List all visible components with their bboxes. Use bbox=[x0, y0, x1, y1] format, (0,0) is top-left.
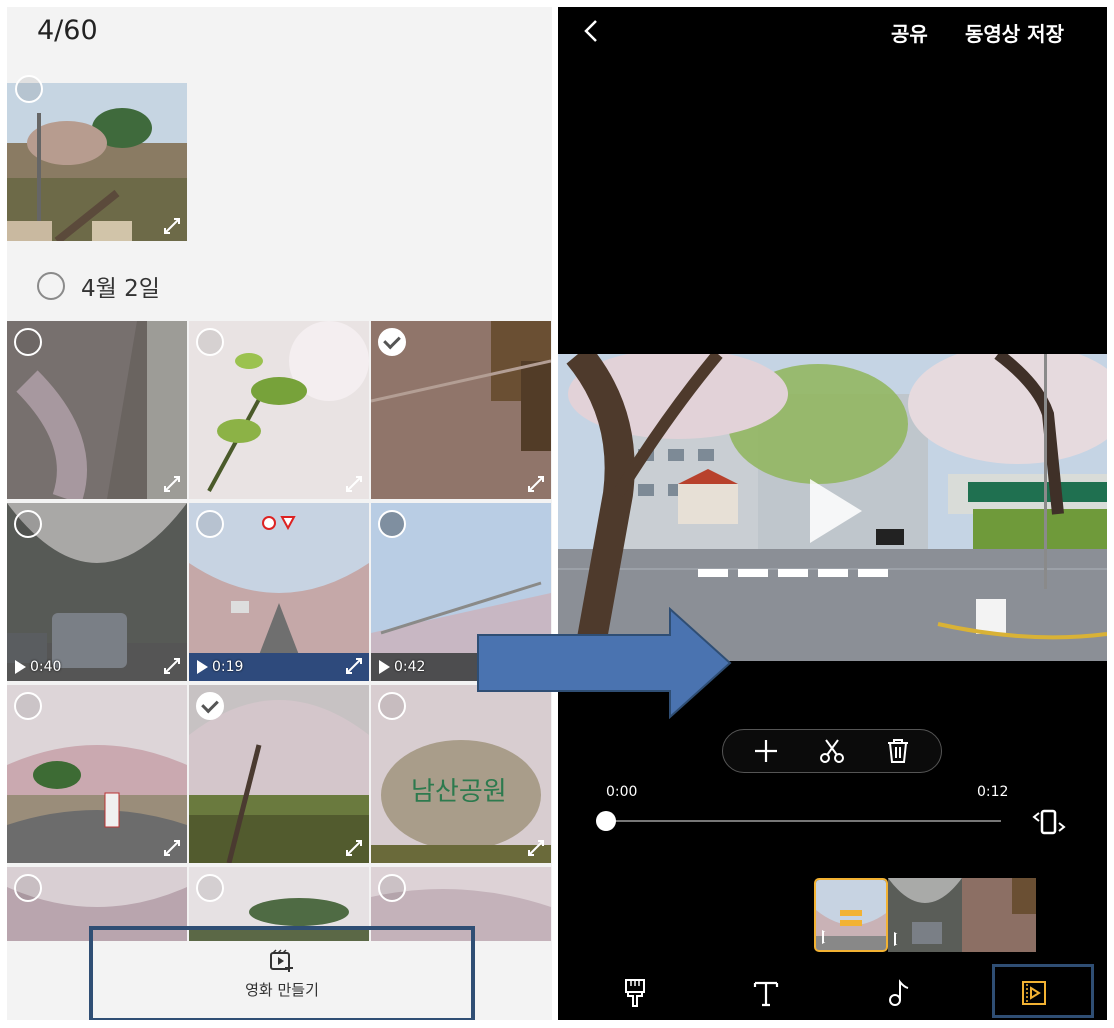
svg-text:남산공원: 남산공원 bbox=[411, 777, 507, 807]
time-start: 0:00 bbox=[606, 784, 638, 800]
photo-thumbnail[interactable] bbox=[7, 321, 187, 499]
expand-icon[interactable] bbox=[527, 475, 545, 493]
expand-icon[interactable] bbox=[163, 217, 181, 235]
date-label: 4월 2일 bbox=[81, 276, 160, 302]
music-icon[interactable] bbox=[879, 973, 919, 1013]
select-check[interactable] bbox=[196, 692, 224, 720]
expand-icon[interactable] bbox=[345, 475, 363, 493]
select-check[interactable] bbox=[378, 328, 406, 356]
video-duration: 0:40 bbox=[15, 659, 61, 675]
chevron-left-icon[interactable] bbox=[584, 19, 598, 43]
movie-add-icon bbox=[270, 948, 293, 972]
video-thumbnail[interactable]: 0:40 bbox=[7, 503, 187, 681]
edit-toolbar bbox=[722, 729, 942, 773]
video-clip-icon bbox=[894, 932, 906, 946]
video-clip-icon bbox=[822, 930, 834, 944]
video-editor-panel: 공유 동영상 저장 0:00 0:12 bbox=[558, 7, 1107, 1020]
select-circle[interactable] bbox=[196, 874, 224, 902]
select-circle[interactable] bbox=[196, 510, 224, 538]
select-circle[interactable] bbox=[14, 510, 42, 538]
trash-icon[interactable] bbox=[882, 735, 914, 767]
clip-strip bbox=[814, 878, 1038, 952]
select-circle[interactable] bbox=[378, 510, 406, 538]
editor-top-bar: 공유 동영상 저장 bbox=[558, 7, 1107, 57]
time-end: 0:12 bbox=[977, 784, 1009, 800]
share-button[interactable]: 공유 bbox=[891, 18, 928, 47]
expand-icon[interactable] bbox=[345, 839, 363, 857]
play-icon bbox=[15, 660, 26, 674]
clip-thumbnail[interactable] bbox=[888, 878, 962, 952]
select-circle[interactable] bbox=[37, 272, 65, 300]
photo-thumbnail[interactable] bbox=[7, 75, 187, 245]
expand-icon[interactable] bbox=[527, 839, 545, 857]
clip-thumbnail-selected[interactable] bbox=[814, 878, 888, 952]
expand-icon[interactable] bbox=[163, 657, 181, 675]
play-icon bbox=[197, 660, 208, 674]
play-icon bbox=[379, 660, 390, 674]
add-icon[interactable] bbox=[750, 735, 782, 767]
select-circle[interactable] bbox=[15, 75, 43, 103]
video-duration: 0:42 bbox=[379, 659, 425, 675]
make-movie-button[interactable]: 영화 만들기 bbox=[89, 926, 475, 1020]
select-circle[interactable] bbox=[378, 874, 406, 902]
selection-count: 4/60 bbox=[37, 15, 98, 46]
video-duration: 0:19 bbox=[197, 659, 243, 675]
make-movie-label: 영화 만들기 bbox=[245, 980, 319, 999]
timeline-scrubber[interactable] bbox=[596, 811, 616, 831]
clip-thumbnail[interactable] bbox=[962, 878, 1036, 952]
select-circle[interactable] bbox=[14, 692, 42, 720]
expand-icon[interactable] bbox=[163, 839, 181, 857]
save-video-button[interactable]: 동영상 저장 bbox=[965, 18, 1064, 47]
select-circle[interactable] bbox=[196, 328, 224, 356]
photo-thumbnail[interactable] bbox=[371, 321, 551, 499]
photo-thumbnail[interactable] bbox=[189, 685, 369, 863]
gallery-bottom-bar: 영화 만들기 bbox=[7, 926, 552, 1020]
photo-thumbnail[interactable] bbox=[7, 685, 187, 863]
photo-thumbnail[interactable] bbox=[189, 321, 369, 499]
highlight-box bbox=[992, 964, 1094, 1018]
date-group-header[interactable]: 4월 2일 bbox=[37, 269, 160, 303]
arrow-annotation bbox=[477, 607, 732, 719]
video-thumbnail[interactable]: 0:19 bbox=[189, 503, 369, 681]
gallery-panel: 4/60 4월 2일 0:40 0:19 0:42 남산공원 영화 만들기 bbox=[7, 7, 552, 1020]
timeline-track[interactable] bbox=[606, 820, 1001, 822]
expand-icon[interactable] bbox=[163, 475, 181, 493]
rotate-screen-icon[interactable] bbox=[1032, 807, 1066, 837]
play-icon[interactable] bbox=[810, 479, 862, 543]
select-circle[interactable] bbox=[378, 692, 406, 720]
scissors-icon[interactable] bbox=[816, 735, 848, 767]
select-circle[interactable] bbox=[14, 874, 42, 902]
expand-icon[interactable] bbox=[345, 657, 363, 675]
brush-icon[interactable] bbox=[615, 973, 655, 1013]
text-icon[interactable] bbox=[746, 973, 786, 1013]
select-circle[interactable] bbox=[14, 328, 42, 356]
editor-bottom-toolbar bbox=[558, 964, 1107, 1020]
